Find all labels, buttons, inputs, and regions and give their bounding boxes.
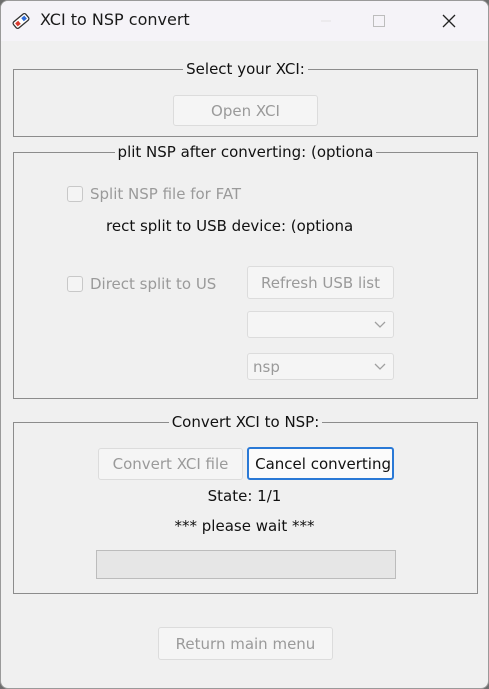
maximize-icon — [373, 15, 385, 27]
split-nsp-checkbox-label: Split NSP file for FAT — [90, 185, 242, 203]
split-nsp-checkbox[interactable] — [67, 186, 83, 202]
convert-xci-button[interactable]: Convert XCI file — [98, 448, 243, 480]
direct-split-usb-checkbox[interactable] — [67, 276, 83, 292]
format-select[interactable]: nsp — [247, 353, 394, 380]
cancel-converting-button[interactable]: Cancel converting — [247, 447, 394, 480]
app-window: XCI to NSP convert Select your XCI: Open… — [0, 0, 489, 689]
window-title: XCI to NSP convert — [40, 10, 190, 29]
open-xci-button[interactable]: Open XCI — [173, 95, 318, 126]
close-icon — [442, 14, 456, 28]
refresh-usb-list-button[interactable]: Refresh USB list — [247, 266, 394, 299]
title-bar[interactable]: XCI to NSP convert — [1, 1, 488, 41]
select-xci-legend: Select your XCI: — [183, 60, 308, 78]
progress-bar — [96, 550, 396, 579]
wait-label: *** please wait *** — [174, 517, 315, 535]
convert-legend: Convert XCI to NSP: — [168, 413, 323, 431]
direct-split-usb-checkbox-row[interactable]: Direct split to US — [67, 273, 234, 295]
format-value: nsp — [253, 358, 280, 376]
direct-split-heading: rect split to USB device: (optiona — [106, 217, 354, 235]
direct-split-usb-checkbox-label: Direct split to US — [90, 275, 217, 293]
minimize-button[interactable] — [303, 1, 349, 41]
app-icon — [11, 11, 31, 31]
state-label: State: 1/1 — [207, 487, 282, 505]
usb-device-select[interactable] — [247, 311, 394, 338]
split-nsp-legend: plit NSP after converting: (optiona — [114, 143, 377, 161]
maximize-button[interactable] — [356, 1, 402, 41]
minimize-icon — [321, 20, 331, 22]
chevron-down-icon — [374, 363, 386, 370]
close-button[interactable] — [426, 1, 472, 41]
chevron-down-icon — [374, 321, 386, 328]
split-nsp-checkbox-row[interactable]: Split NSP file for FAT — [67, 183, 267, 205]
return-main-menu-button[interactable]: Return main menu — [158, 627, 333, 660]
